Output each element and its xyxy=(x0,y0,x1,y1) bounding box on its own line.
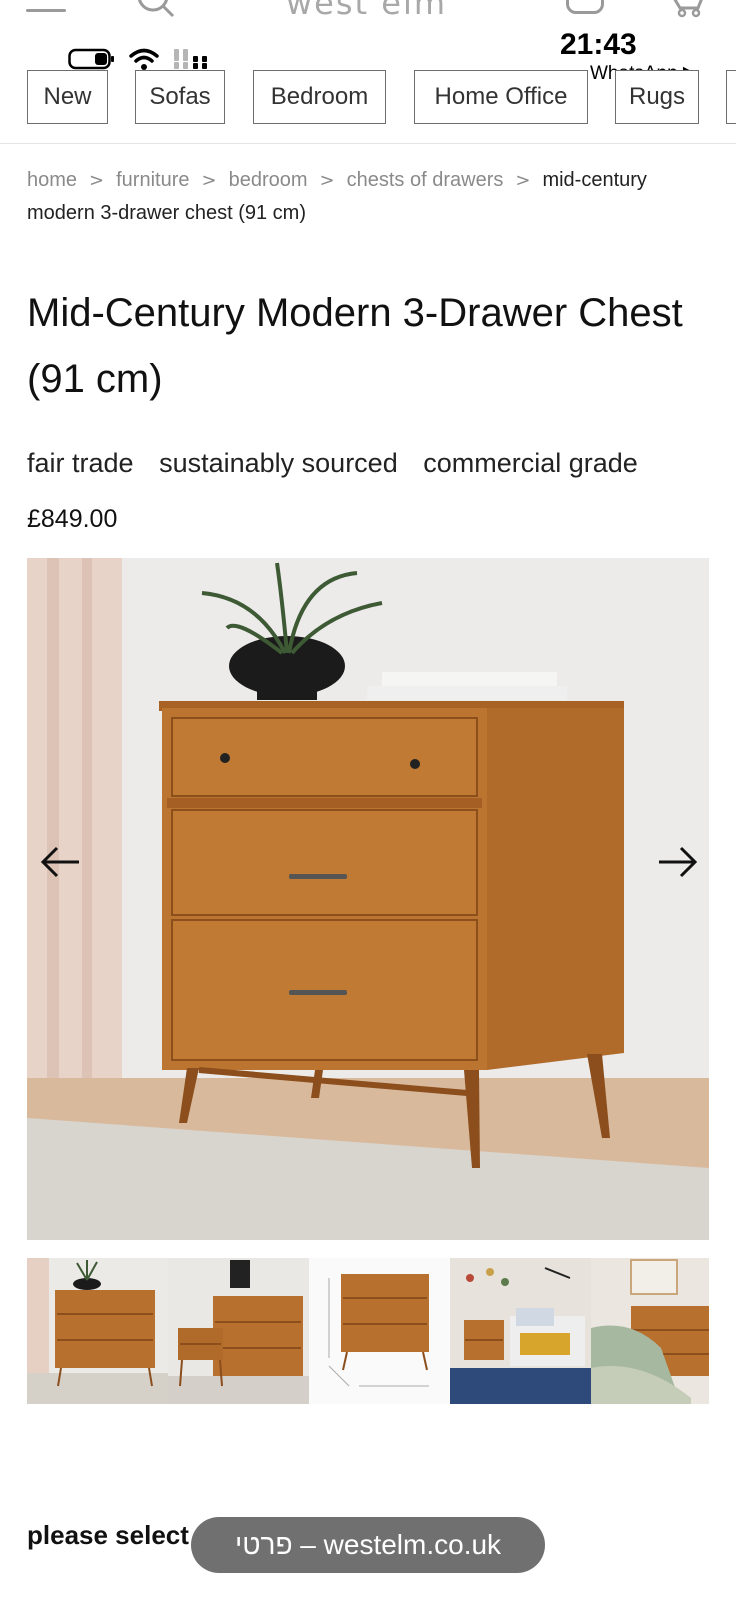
category-chip-sofas[interactable]: Sofas xyxy=(135,70,225,124)
category-chip-partial[interactable] xyxy=(726,70,736,124)
arrow-left-icon[interactable] xyxy=(37,838,85,886)
dresser-photo xyxy=(27,558,709,1240)
product-title: Mid-Century Modern 3-Drawer Chest (91 cm… xyxy=(27,291,683,401)
chevron-right-icon: > xyxy=(201,170,217,191)
product-price: £849.00 xyxy=(27,505,118,533)
breadcrumb-item-home[interactable]: home xyxy=(27,169,77,191)
site-header: west elm xyxy=(0,0,736,22)
search-icon[interactable] xyxy=(135,0,175,18)
tag-fair-trade: fair trade xyxy=(27,448,134,478)
product-tags: fair trade sustainably sourced commercia… xyxy=(27,448,656,479)
thumbnail-5[interactable] xyxy=(591,1258,709,1404)
wifi-icon xyxy=(129,48,159,70)
breadcrumb-item-furniture[interactable]: furniture xyxy=(116,169,189,191)
divider xyxy=(0,143,736,144)
breadcrumb: home > furniture > bedroom > chests of drawers… xyxy=(27,164,717,229)
category-chip-new[interactable]: New xyxy=(27,70,108,124)
breadcrumb-item-bedroom[interactable]: bedroom xyxy=(229,169,308,191)
category-chip-home-office[interactable]: Home Office xyxy=(414,70,588,124)
category-chip-rugs[interactable]: Rugs xyxy=(615,70,699,124)
category-nav: New Sofas Bedroom Home Office Rugs xyxy=(0,70,736,126)
thumbnail-1[interactable] xyxy=(27,1258,168,1404)
menu-icon[interactable] xyxy=(26,9,66,12)
browser-url-pill[interactable]: פרטי – westelm.co.uk xyxy=(191,1517,545,1573)
cart-icon[interactable] xyxy=(672,0,706,18)
chevron-right-icon: > xyxy=(89,170,105,191)
thumbnail-2[interactable] xyxy=(168,1258,309,1404)
thumbnail-4[interactable] xyxy=(450,1258,591,1404)
thumbnail-strip xyxy=(27,1258,709,1404)
tag-commercial-grade: commercial grade xyxy=(423,448,638,478)
account-icon[interactable] xyxy=(566,0,604,14)
brand-logo[interactable]: west elm xyxy=(286,0,447,22)
breadcrumb-item-chests-of-drawers[interactable]: chests of drawers xyxy=(347,169,504,191)
chevron-right-icon: > xyxy=(515,170,531,191)
category-chip-bedroom[interactable]: Bedroom xyxy=(253,70,386,124)
option-select-label: please select xyxy=(27,1520,189,1550)
signal-icon xyxy=(174,49,207,69)
status-time: 21:43 xyxy=(560,28,637,61)
battery-icon xyxy=(68,48,114,70)
chevron-right-icon: > xyxy=(319,170,335,191)
thumbnail-3[interactable] xyxy=(309,1258,450,1404)
arrow-right-icon[interactable] xyxy=(653,838,701,886)
tag-sustainably-sourced: sustainably sourced xyxy=(159,448,398,478)
product-main-image[interactable] xyxy=(27,558,709,1240)
